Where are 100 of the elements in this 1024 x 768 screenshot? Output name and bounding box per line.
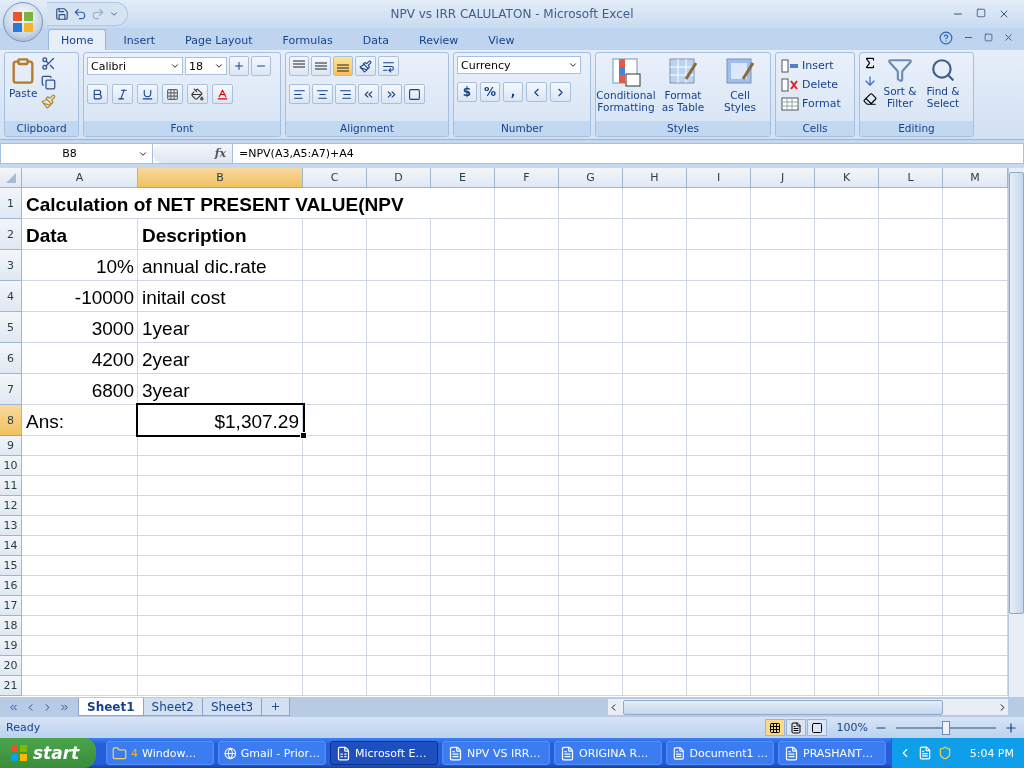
increase-indent-button[interactable] <box>381 84 402 104</box>
align-center-button[interactable] <box>312 84 333 104</box>
increase-decimal-button[interactable] <box>526 82 548 102</box>
row-header[interactable]: 15 <box>0 556 22 576</box>
ribbon-tab[interactable]: Insert <box>110 29 169 50</box>
fill-color-button[interactable] <box>187 84 208 104</box>
row-header[interactable]: 21 <box>0 676 22 696</box>
save-icon[interactable] <box>55 7 69 21</box>
font-name-field[interactable]: Calibri <box>87 57 183 75</box>
column-header[interactable]: I <box>687 168 751 188</box>
row-header[interactable]: 18 <box>0 616 22 636</box>
ribbon-tab[interactable]: Page Layout <box>172 29 266 50</box>
styles-button[interactable]: Cell Styles <box>713 56 767 114</box>
taskbar-item[interactable]: 4 Window… <box>106 741 214 765</box>
view-button[interactable] <box>785 719 806 736</box>
row-header[interactable]: 2 <box>0 219 22 250</box>
row-header[interactable]: 1 <box>0 188 22 219</box>
row-header[interactable]: 12 <box>0 496 22 516</box>
font-size-field[interactable]: 18 <box>185 57 227 75</box>
tray-app-icon[interactable] <box>917 746 932 760</box>
taskbar-item[interactable]: Microsoft E… <box>330 741 438 765</box>
view-button[interactable] <box>806 719 827 736</box>
decrease-decimal-button[interactable] <box>550 82 572 102</box>
row-header[interactable]: 20 <box>0 656 22 676</box>
styles-button[interactable]: Format as Table <box>656 56 710 114</box>
ribbon-tab[interactable]: Review <box>406 29 472 50</box>
editing-button[interactable]: Sort & Filter <box>880 56 920 110</box>
vertical-scrollbar[interactable] <box>1008 168 1024 697</box>
undo-icon[interactable] <box>73 7 87 21</box>
horizontal-scrollbar[interactable] <box>608 699 1008 715</box>
number-format-button[interactable]: , <box>503 82 524 102</box>
column-header[interactable]: C <box>303 168 367 188</box>
function-button[interactable]: fx <box>214 147 226 160</box>
align-left-button[interactable] <box>289 84 310 104</box>
eraser-icon[interactable] <box>863 92 877 106</box>
row-header[interactable]: 13 <box>0 516 22 536</box>
cells-button[interactable]: Delete <box>779 75 843 94</box>
fill-handle[interactable] <box>300 432 307 439</box>
font-color-button[interactable] <box>212 84 233 104</box>
formula-field[interactable]: =NPV(A3,A5:A7)+A4 <box>233 147 1023 160</box>
view-button[interactable] <box>764 719 785 736</box>
cells-button[interactable]: Insert <box>779 56 843 75</box>
sheet-tab[interactable]: Sheet2 <box>142 698 203 716</box>
number-format-button[interactable]: % <box>480 82 501 102</box>
ribbon-tab[interactable]: View <box>475 29 528 50</box>
column-header[interactable]: H <box>623 168 687 188</box>
row-header[interactable]: 11 <box>0 476 22 496</box>
close-icon[interactable] <box>1003 32 1014 43</box>
taskbar-item[interactable]: Gmail - Prior… <box>218 741 326 765</box>
underline-button[interactable] <box>137 84 158 104</box>
scrollbar-thumb[interactable] <box>1009 172 1024 614</box>
italic-button[interactable] <box>112 84 133 104</box>
column-header[interactable]: J <box>751 168 815 188</box>
ribbon-tab[interactable]: Home <box>48 29 107 50</box>
taskbar-item[interactable]: Document1 … <box>666 741 774 765</box>
align-right-button[interactable] <box>335 84 356 104</box>
taskbar-item[interactable]: PRASHANT… <box>778 741 886 765</box>
column-header[interactable]: M <box>943 168 1008 188</box>
office-button[interactable] <box>3 2 43 42</box>
column-header[interactable]: A <box>22 168 138 188</box>
row-header[interactable]: 10 <box>0 456 22 476</box>
borders-button[interactable] <box>162 84 183 104</box>
new-sheet-button[interactable] <box>261 698 291 716</box>
column-header[interactable]: F <box>495 168 559 188</box>
bold-button[interactable] <box>87 84 108 104</box>
grow-font-button[interactable] <box>229 56 249 76</box>
vertical-align-button[interactable] <box>333 56 353 76</box>
row-header[interactable]: 19 <box>0 636 22 656</box>
vertical-align-button[interactable] <box>311 56 331 76</box>
scrollbar-thumb[interactable] <box>623 699 943 715</box>
column-header[interactable]: D <box>367 168 431 188</box>
column-header[interactable]: K <box>815 168 879 188</box>
editing-button[interactable]: Find & Select <box>923 56 963 110</box>
scissors-icon[interactable] <box>41 56 57 71</box>
orientation-button[interactable] <box>355 56 376 76</box>
help-icon[interactable] <box>939 30 953 45</box>
shrink-font-button[interactable] <box>251 56 271 76</box>
sigma-icon[interactable] <box>863 56 877 70</box>
ribbon-tab[interactable]: Formulas <box>269 29 346 50</box>
zoom-in-icon[interactable] <box>1004 720 1018 735</box>
row-header[interactable]: 16 <box>0 576 22 596</box>
row-header[interactable]: 9 <box>0 436 22 456</box>
column-header[interactable]: L <box>879 168 943 188</box>
wrap-text-button[interactable] <box>378 56 399 76</box>
number-format-field[interactable]: Currency <box>457 56 581 74</box>
taskbar-item[interactable]: ORIGINA R… <box>554 741 662 765</box>
row-header[interactable]: 3 <box>0 250 22 281</box>
row-header[interactable]: 17 <box>0 596 22 616</box>
row-header[interactable]: 8 <box>0 405 22 436</box>
restore-icon[interactable] <box>984 33 993 42</box>
ribbon-tab[interactable]: Data <box>349 29 403 50</box>
merge-button[interactable] <box>404 84 425 104</box>
copy-icon[interactable] <box>41 75 57 90</box>
taskbar-item[interactable]: NPV VS IRR… <box>442 741 550 765</box>
decrease-indent-button[interactable] <box>358 84 379 104</box>
slider-thumb[interactable] <box>942 720 950 735</box>
row-header[interactable]: 5 <box>0 312 22 343</box>
row-header[interactable]: 7 <box>0 374 22 405</box>
column-header[interactable]: E <box>431 168 495 188</box>
fill-down-icon[interactable] <box>863 74 877 88</box>
